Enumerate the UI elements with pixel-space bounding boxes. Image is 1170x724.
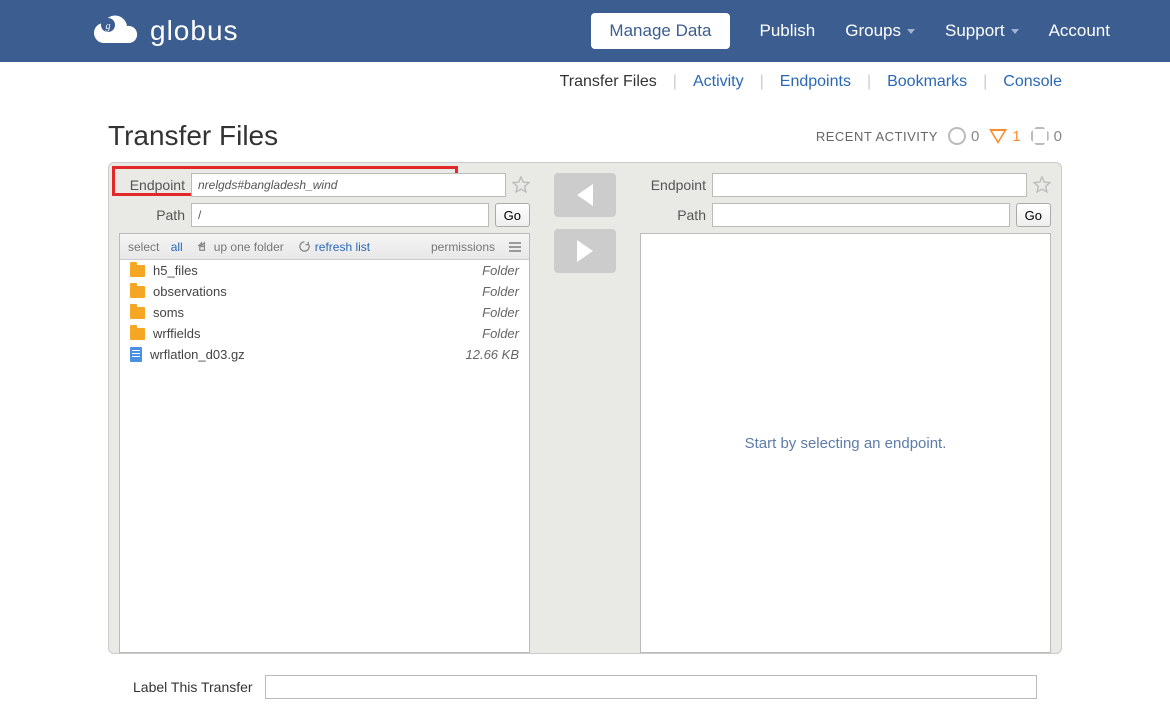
folder-icon xyxy=(130,328,145,340)
nav-groups[interactable]: Groups xyxy=(845,21,915,41)
menu-icon xyxy=(509,242,521,252)
refresh-icon xyxy=(298,240,311,253)
page-title: Transfer Files xyxy=(108,120,278,152)
circle-icon xyxy=(948,127,966,145)
file-icon xyxy=(130,347,142,362)
main-nav: Manage Data Publish Groups Support Accou… xyxy=(591,13,1110,49)
left-file-list[interactable]: h5_files Folder observations Folder soms Fold… xyxy=(120,260,529,652)
nav-account[interactable]: Account xyxy=(1049,21,1110,41)
bookmark-star-icon[interactable] xyxy=(512,176,530,194)
nav-support-label: Support xyxy=(945,21,1005,41)
subnav-console[interactable]: Console xyxy=(1003,73,1062,91)
recent-ok-badge[interactable]: 0 xyxy=(948,127,979,145)
folder-row[interactable]: observations Folder xyxy=(120,281,529,302)
recent-activity: RECENT ACTIVITY 0 1 0 xyxy=(816,127,1062,145)
subnav-activity[interactable]: Activity xyxy=(693,73,744,91)
folder-row[interactable]: h5_files Folder xyxy=(120,260,529,281)
left-endpoint-input[interactable] xyxy=(191,173,506,197)
label-transfer-row: Label This Transfer xyxy=(109,655,1061,709)
nav-groups-label: Groups xyxy=(845,21,901,41)
transfer-right-button[interactable] xyxy=(554,229,616,273)
file-name: observations xyxy=(153,284,227,299)
subnav-endpoints[interactable]: Endpoints xyxy=(780,73,851,91)
stop-icon xyxy=(1031,127,1049,145)
right-file-browser: Start by selecting an endpoint. xyxy=(640,233,1051,653)
left-go-button[interactable]: Go xyxy=(495,203,530,227)
transfer-workspace: Endpoint Path Go select all u xyxy=(108,162,1062,654)
file-meta: Folder xyxy=(482,305,519,320)
arrow-left-icon xyxy=(577,184,593,206)
right-go-button[interactable]: Go xyxy=(1016,203,1051,227)
brand-text: globus xyxy=(150,15,239,47)
refresh-list-button[interactable]: refresh list xyxy=(298,240,370,254)
file-name: h5_files xyxy=(153,263,198,278)
left-path-input[interactable] xyxy=(191,203,489,227)
file-row[interactable]: wrflatlon_d03.gz 12.66 KB xyxy=(120,344,529,365)
file-meta: Folder xyxy=(482,284,519,299)
chevron-down-icon xyxy=(907,29,915,34)
recent-activity-label: RECENT ACTIVITY xyxy=(816,129,938,144)
sub-nav: Transfer Files | Activity | Endpoints | … xyxy=(0,62,1170,102)
page-header: Transfer Files RECENT ACTIVITY 0 1 0 xyxy=(108,120,1062,152)
svg-text:g: g xyxy=(106,21,111,32)
bookmark-star-icon[interactable] xyxy=(1033,176,1051,194)
warning-icon xyxy=(989,129,1007,144)
up-one-folder-button[interactable]: up one folder xyxy=(197,240,284,254)
path-label: Path xyxy=(119,207,185,223)
transfer-left-button[interactable] xyxy=(554,173,616,217)
endpoint-label: Endpoint xyxy=(640,177,706,193)
separator: | xyxy=(673,73,677,91)
file-toolbar: select all up one folder refresh list pe… xyxy=(120,234,529,260)
folder-icon xyxy=(130,307,145,319)
right-path-input[interactable] xyxy=(712,203,1010,227)
right-endpoint-input[interactable] xyxy=(712,173,1027,197)
recent-warn-badge[interactable]: 1 xyxy=(989,128,1020,145)
left-pane: Endpoint Path Go select all u xyxy=(109,163,540,653)
subnav-bookmarks[interactable]: Bookmarks xyxy=(887,73,967,91)
file-name: wrffields xyxy=(153,326,200,341)
select-all-button[interactable]: select all xyxy=(128,240,183,254)
path-label: Path xyxy=(640,207,706,223)
file-meta: Folder xyxy=(482,326,519,341)
separator: | xyxy=(867,73,871,91)
file-meta: Folder xyxy=(482,263,519,278)
chevron-down-icon xyxy=(1011,29,1019,34)
nav-manage-data[interactable]: Manage Data xyxy=(591,13,729,49)
up-arrow-icon xyxy=(197,240,210,253)
file-name: wrflatlon_d03.gz xyxy=(150,347,245,362)
arrow-right-icon xyxy=(577,240,593,262)
permissions-button[interactable]: permissions xyxy=(431,240,495,254)
recent-stop-badge[interactable]: 0 xyxy=(1031,127,1062,145)
separator: | xyxy=(983,73,987,91)
top-nav: g globus Manage Data Publish Groups Supp… xyxy=(0,0,1170,62)
nav-publish[interactable]: Publish xyxy=(760,21,816,41)
label-transfer-input[interactable] xyxy=(265,675,1037,699)
subnav-transfer-files[interactable]: Transfer Files xyxy=(560,73,657,91)
folder-icon xyxy=(130,286,145,298)
endpoint-label: Endpoint xyxy=(119,177,185,193)
left-file-browser: select all up one folder refresh list pe… xyxy=(119,233,530,653)
transfer-direction-controls xyxy=(540,163,630,653)
file-menu-button[interactable] xyxy=(509,242,521,252)
nav-support[interactable]: Support xyxy=(945,21,1019,41)
label-transfer-text: Label This Transfer xyxy=(133,679,253,695)
file-name: soms xyxy=(153,305,184,320)
right-empty-message: Start by selecting an endpoint. xyxy=(641,234,1050,652)
globus-cloud-icon: g xyxy=(90,15,140,47)
brand-logo[interactable]: g globus xyxy=(90,15,239,47)
file-meta: 12.66 KB xyxy=(466,347,520,362)
right-pane: Endpoint Path Go Start by selecting an e… xyxy=(630,163,1061,653)
separator: | xyxy=(760,73,764,91)
folder-row[interactable]: soms Folder xyxy=(120,302,529,323)
folder-icon xyxy=(130,265,145,277)
folder-row[interactable]: wrffields Folder xyxy=(120,323,529,344)
